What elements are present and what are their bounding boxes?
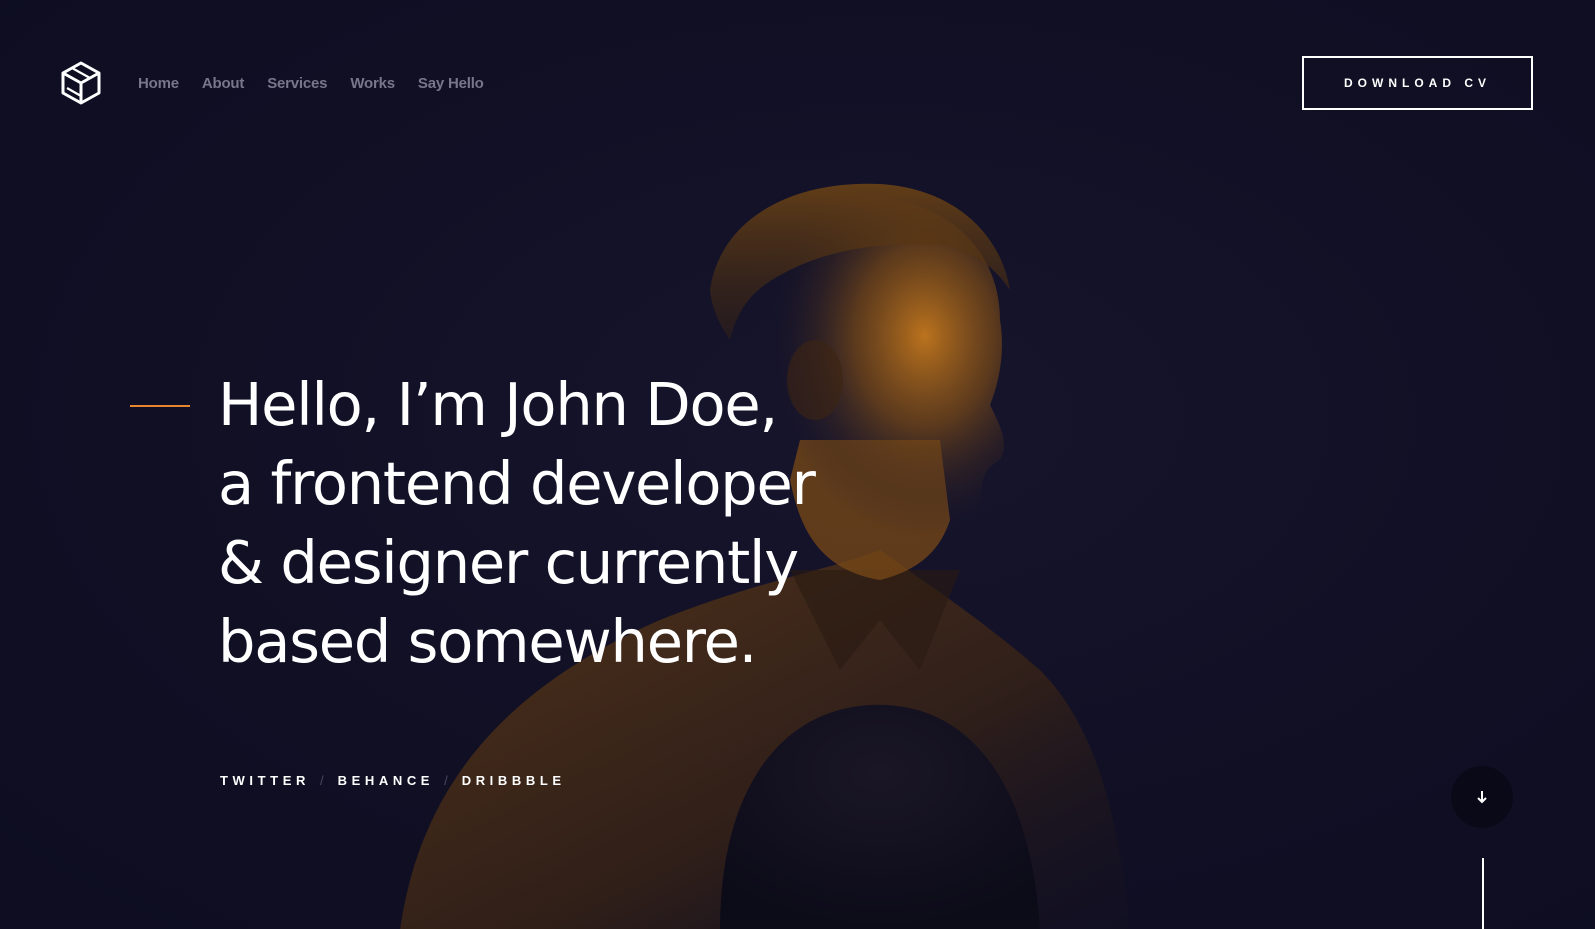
scroll-down-button[interactable] (1451, 766, 1513, 828)
headline-line: & designer currently (218, 528, 799, 597)
headline-line: based somewhere. (218, 607, 757, 676)
social-separator: / (319, 773, 324, 788)
hero-section: Home About Services Works Say Hello DOWN… (0, 0, 1595, 929)
main-nav: Home About Services Works Say Hello (58, 58, 484, 108)
social-link-twitter[interactable]: TWITTER (220, 773, 310, 788)
nav-item-about[interactable]: About (202, 75, 245, 92)
arrow-down-icon (1477, 791, 1487, 804)
headline-line: a frontend developer (218, 449, 816, 518)
cube-logo-icon[interactable] (58, 60, 104, 106)
social-links: TWITTER / BEHANCE / DRIBBBLE (220, 773, 566, 788)
nav-links: Home About Services Works Say Hello (138, 75, 484, 92)
nav-item-say-hello[interactable]: Say Hello (418, 75, 484, 92)
social-link-behance[interactable]: BEHANCE (338, 773, 434, 788)
nav-item-home[interactable]: Home (138, 75, 179, 92)
social-link-dribbble[interactable]: DRIBBBLE (462, 773, 566, 788)
social-separator: / (444, 773, 448, 788)
nav-item-works[interactable]: Works (350, 75, 395, 92)
hero-headline: Hello, I’m John Doe, a frontend develope… (218, 365, 1018, 681)
accent-line (130, 405, 190, 407)
scroll-indicator-line (1482, 858, 1484, 929)
headline-line: Hello, I’m John Doe, (218, 370, 778, 439)
nav-item-services[interactable]: Services (267, 75, 327, 92)
download-cv-button[interactable]: DOWNLOAD CV (1302, 56, 1533, 110)
